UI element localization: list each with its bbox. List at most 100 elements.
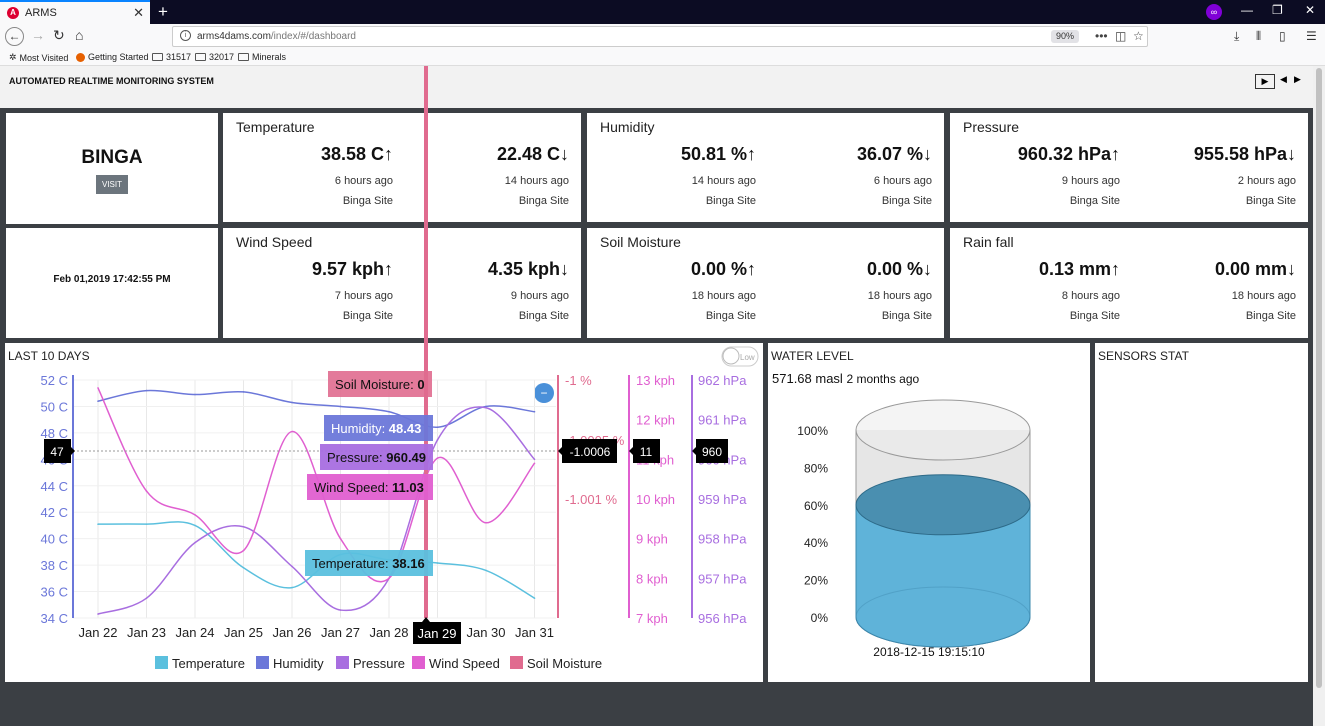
- page-header: AUTOMATED REALTIME MONITORING SYSTEM ▶ ◀…: [0, 66, 1313, 108]
- library-icon[interactable]: ⫴: [1256, 29, 1261, 44]
- downloads-icon[interactable]: ⤓: [1234, 29, 1239, 44]
- close-window-icon[interactable]: ✕: [1305, 3, 1315, 17]
- url-text: arms4dams.com/index/#/dashboard: [197, 31, 356, 42]
- max-value: 960.32 hPa↑: [1017, 144, 1120, 164]
- menu-icon[interactable]: ☰: [1306, 29, 1317, 43]
- pocket-icon[interactable]: ◫: [1115, 29, 1126, 43]
- min-when: 18 hours ago: [867, 290, 932, 302]
- next-arrow-icon[interactable]: ▶: [1294, 74, 1301, 85]
- browser-tab-bar: A ARMS ✕ + ∞ — ❐ ✕: [0, 0, 1325, 24]
- svg-text:Humidity: Humidity: [273, 656, 324, 671]
- arrow-up-icon: ↑: [384, 144, 393, 164]
- minimize-icon[interactable]: —: [1241, 3, 1253, 17]
- arrow-down-icon: ↓: [1287, 144, 1296, 164]
- arrow-up-icon: ↑: [1111, 144, 1120, 164]
- max-site: Binga Site: [705, 195, 756, 207]
- minus-icon: −: [540, 386, 547, 400]
- site-panel: BINGA VISIT: [6, 113, 218, 224]
- min-when: 6 hours ago: [873, 175, 932, 187]
- sidebar-icon[interactable]: ▯: [1279, 29, 1286, 43]
- bookmark-star-icon[interactable]: ☆: [1133, 29, 1144, 43]
- water-tank-gauge: 100% 80% 60% 40% 20% 0%: [797, 399, 1031, 648]
- max-when: 8 hours ago: [1061, 290, 1120, 302]
- min-when: 2 hours ago: [1237, 175, 1296, 187]
- bookmark-getting-started[interactable]: Getting Started: [76, 52, 149, 62]
- site-info-icon[interactable]: i: [180, 30, 191, 41]
- water-level-tick-label: 100%: [797, 424, 828, 438]
- arrow-up-icon: ↑: [384, 259, 393, 279]
- card-rain-fall: Rain fall 0.13 mm↑ 8 hours ago Binga Sit…: [950, 228, 1308, 338]
- zoom-out-button[interactable]: −: [534, 383, 554, 403]
- previous-arrow-icon[interactable]: ◀: [1280, 74, 1287, 85]
- bookmark-folder-32017[interactable]: 32017: [195, 52, 234, 62]
- address-bar[interactable]: i arms4dams.com/index/#/dashboard 90% ••…: [172, 26, 1148, 47]
- card-title: Rain fall: [963, 234, 1014, 250]
- min-when: 14 hours ago: [504, 175, 569, 187]
- page-actions-icon[interactable]: •••: [1095, 29, 1108, 43]
- min-value: 22.48 C↓: [496, 144, 569, 164]
- datetime-panel: Feb 01,2019 17:42:55 PM: [6, 228, 218, 338]
- bookmark-folder-31517[interactable]: 31517: [152, 52, 191, 62]
- card-title: Humidity: [600, 119, 655, 135]
- new-tab-icon[interactable]: +: [158, 2, 168, 22]
- tank-top-rim: [855, 399, 1031, 461]
- bookmark-most-visited[interactable]: ✲ Most Visited: [9, 52, 68, 63]
- card-wind-speed: Wind Speed 9.57 kph↑ 7 hours ago Binga S…: [223, 228, 581, 338]
- card-soil-moisture: Soil Moisture 0.00 %↑ 18 hours ago Binga…: [587, 228, 944, 338]
- card-title: Wind Speed: [236, 234, 313, 250]
- visit-button[interactable]: VISIT: [96, 175, 128, 194]
- play-button[interactable]: ▶: [1255, 74, 1275, 89]
- page-scrollbar[interactable]: [1313, 66, 1325, 726]
- sensors-stat-panel: SENSORS STAT: [1095, 343, 1308, 682]
- back-icon[interactable]: ←: [5, 27, 24, 46]
- browser-tab[interactable]: A ARMS ✕: [0, 0, 150, 24]
- card-title: Soil Moisture: [600, 234, 681, 250]
- max-site: Binga Site: [342, 195, 393, 207]
- card-temperature: Temperature 38.58 C↑ 6 hours ago Binga S…: [223, 113, 581, 222]
- max-value: 0.00 %↑: [690, 259, 756, 279]
- arrow-down-icon: ↓: [923, 259, 932, 279]
- legend-item-humidity[interactable]: Humidity: [256, 656, 324, 671]
- max-when: 18 hours ago: [691, 290, 756, 302]
- restore-icon[interactable]: ❐: [1272, 3, 1283, 17]
- arrow-down-icon: ↓: [923, 144, 932, 164]
- home-icon[interactable]: ⌂: [75, 27, 83, 43]
- toggle-label: Low: [740, 353, 755, 362]
- current-datetime: Feb 01,2019 17:42:55 PM: [53, 274, 171, 285]
- max-value: 9.57 kph↑: [311, 259, 393, 279]
- section-title: SENSORS STAT: [1098, 349, 1189, 363]
- max-when: 7 hours ago: [334, 290, 393, 302]
- arrow-up-icon: ↑: [1111, 259, 1120, 279]
- tank-water-surface: [855, 474, 1031, 536]
- arrow-up-icon: ↑: [747, 144, 756, 164]
- tab-title: ARMS: [25, 7, 57, 19]
- url-path: /index/#/dashboard: [270, 31, 356, 42]
- forward-icon[interactable]: →: [31, 27, 45, 43]
- min-site: Binga Site: [518, 310, 569, 322]
- min-value: 0.00 %↓: [866, 259, 932, 279]
- low-toggle[interactable]: Low: [721, 346, 759, 367]
- firefox-icon: [76, 52, 85, 62]
- legend-item-pressure[interactable]: Pressure: [336, 656, 405, 671]
- card-title: Temperature: [236, 119, 315, 135]
- close-tab-icon[interactable]: ✕: [133, 5, 144, 21]
- page-title: AUTOMATED REALTIME MONITORING SYSTEM: [9, 76, 214, 86]
- max-site: Binga Site: [705, 310, 756, 322]
- min-when: 9 hours ago: [510, 290, 569, 302]
- folder-icon: [195, 53, 206, 61]
- max-site: Binga Site: [342, 310, 393, 322]
- min-site: Binga Site: [1245, 310, 1296, 322]
- bookmarks-toolbar: ✲ Most Visited Getting Started 31517 3201…: [0, 49, 1325, 66]
- url-host: arms4dams.com: [197, 31, 271, 42]
- scrollbar-thumb[interactable]: [1316, 68, 1322, 688]
- arrow-up-icon: ↑: [747, 259, 756, 279]
- site-name: BINGA: [81, 147, 143, 168]
- reload-icon[interactable]: ↻: [53, 27, 65, 44]
- angular-icon: A: [7, 7, 19, 19]
- zoom-level[interactable]: 90%: [1051, 30, 1080, 43]
- min-site: Binga Site: [881, 195, 932, 207]
- chart-legend: Temperature Humidity Pressure Wind Speed…: [155, 656, 602, 671]
- bookmark-folder-minerals[interactable]: Minerals: [238, 52, 286, 62]
- max-site: Binga Site: [1069, 310, 1120, 322]
- min-value: 36.07 %↓: [856, 144, 932, 164]
